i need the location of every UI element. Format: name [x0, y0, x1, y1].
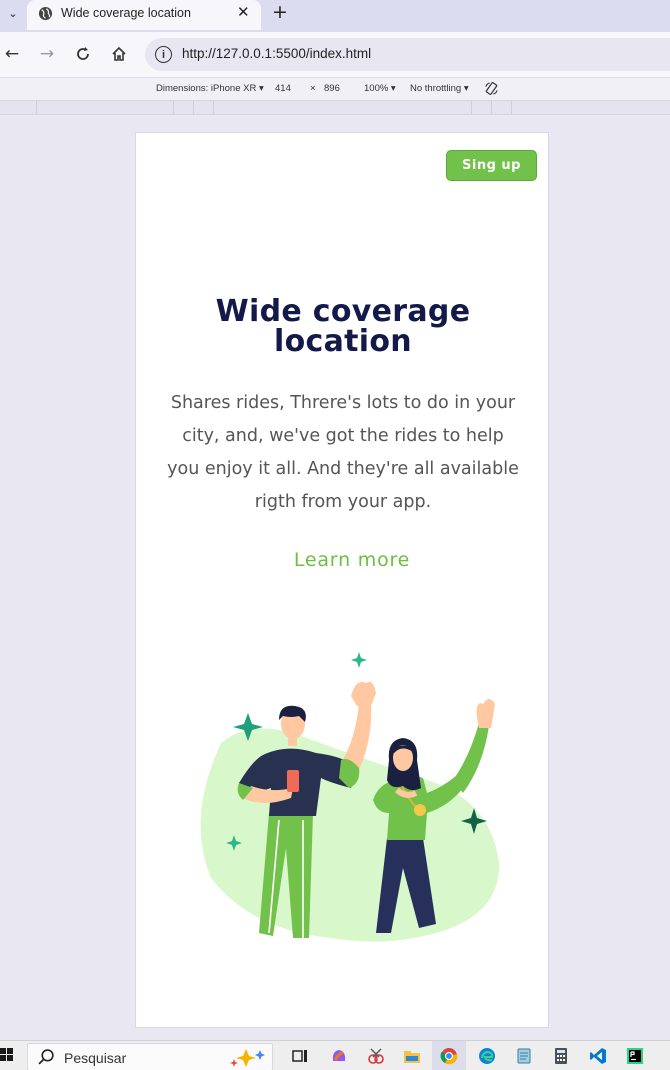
address-bar[interactable]: i http://127.0.0.1:5500/index.html: [145, 38, 670, 71]
copilot-icon: [230, 1049, 265, 1067]
pycharm-icon[interactable]: [626, 1047, 644, 1065]
throttling-select[interactable]: No throttling ▾: [410, 83, 469, 94]
hero-title: Wide coverage location: [136, 297, 550, 357]
task-view-icon[interactable]: [291, 1047, 309, 1065]
new-tab-button[interactable]: +: [272, 1, 288, 23]
vscode-icon[interactable]: [589, 1047, 607, 1065]
hero-title-line-1: Wide coverage: [215, 294, 471, 329]
reload-icon[interactable]: [71, 42, 95, 66]
forward-icon[interactable]: →: [35, 42, 59, 66]
dimension-separator: ×: [310, 83, 316, 94]
people-waving-illustration: [200, 652, 500, 942]
search-icon: [38, 1049, 54, 1065]
back-icon[interactable]: ←: [0, 42, 24, 66]
signup-button[interactable]: Sing up: [446, 150, 537, 181]
chrome-icon[interactable]: [440, 1047, 458, 1065]
calculator-icon[interactable]: [552, 1047, 570, 1065]
device-toolbar: Dimensions: iPhone XR ▾ 414 × 896 100% ▾…: [0, 77, 670, 100]
edge-icon[interactable]: [478, 1047, 496, 1065]
device-dimensions-select[interactable]: Dimensions: iPhone XR ▾: [156, 83, 264, 94]
tab-strip: ⌄ Wide coverage location ✕ +: [0, 0, 670, 32]
tab-search-chevron-icon[interactable]: ⌄: [0, 0, 26, 26]
file-explorer-icon[interactable]: [403, 1047, 421, 1065]
taskbar-search-text: Pesquisar: [64, 1050, 127, 1066]
hero-description: Shares rides, Threre's lots to do in you…: [167, 393, 519, 512]
zoom-select[interactable]: 100% ▾: [364, 83, 396, 94]
os-taskbar: Pesquisar: [0, 1040, 670, 1070]
taskbar-search-box[interactable]: Pesquisar: [27, 1043, 273, 1070]
url-text[interactable]: http://127.0.0.1:5500/index.html: [182, 46, 371, 61]
learn-more-link[interactable]: Learn more: [136, 549, 568, 571]
close-tab-icon[interactable]: ✕: [237, 3, 250, 21]
browser-tab[interactable]: Wide coverage location ✕: [27, 0, 261, 30]
home-icon[interactable]: [107, 42, 131, 66]
tab-title: Wide coverage location: [61, 6, 191, 20]
page-viewport: Sing up Wide coverage location Shares ri…: [135, 132, 549, 1028]
hero-title-line-2: location: [274, 324, 412, 359]
globe-icon: [38, 6, 53, 21]
rotate-icon[interactable]: [484, 81, 499, 96]
device-height-input[interactable]: 896: [324, 83, 340, 94]
snipping-icon[interactable]: [367, 1047, 385, 1065]
windows-icon[interactable]: [0, 1048, 14, 1062]
navigation-bar: ← → i http://127.0.0.1:5500/index.html: [0, 32, 670, 77]
media-query-ruler: [0, 100, 670, 115]
copilot-app-icon[interactable]: [330, 1047, 348, 1065]
device-width-input[interactable]: 414: [275, 83, 291, 94]
site-info-icon[interactable]: i: [155, 46, 172, 63]
notepad-icon[interactable]: [515, 1047, 533, 1065]
